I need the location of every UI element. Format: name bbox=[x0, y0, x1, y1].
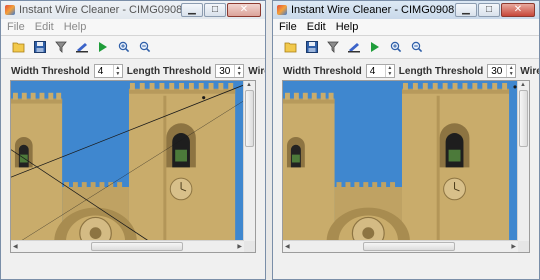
zoom-in-icon[interactable] bbox=[116, 39, 132, 55]
brush-icon[interactable] bbox=[346, 39, 362, 55]
open-icon[interactable] bbox=[283, 39, 299, 55]
open-icon[interactable] bbox=[11, 39, 27, 55]
horizontal-scrollbar[interactable]: ◀ ▶ bbox=[11, 240, 244, 252]
app-icon bbox=[277, 5, 287, 15]
zoom-in-icon[interactable] bbox=[388, 39, 404, 55]
wire-padding-label: Wire padding bbox=[248, 65, 265, 77]
maximize-button[interactable]: □ bbox=[478, 3, 500, 17]
save-icon[interactable] bbox=[304, 39, 320, 55]
title-bar[interactable]: Instant Wire Cleaner - CIMG0908.JPG ▁ □ … bbox=[273, 1, 539, 19]
toolbar bbox=[1, 36, 265, 58]
window-title: Instant Wire Cleaner - CIMG0908.JPG bbox=[19, 4, 181, 16]
scroll-up-icon[interactable]: ▲ bbox=[520, 81, 526, 89]
spin-down-icon[interactable]: ▼ bbox=[114, 71, 122, 77]
spin-down-icon[interactable]: ▼ bbox=[235, 71, 243, 77]
menu-file[interactable]: File bbox=[7, 21, 25, 33]
menu-file[interactable]: File bbox=[279, 21, 297, 33]
filter-icon[interactable] bbox=[53, 39, 69, 55]
length-threshold-spinner[interactable]: 30 ▲ ▼ bbox=[487, 64, 517, 78]
image-canvas[interactable]: ▲ ◀ ▶ bbox=[10, 80, 256, 253]
menu-edit[interactable]: Edit bbox=[307, 21, 326, 33]
zoom-out-icon[interactable] bbox=[137, 39, 153, 55]
width-threshold-spinner[interactable]: 4 ▲ ▼ bbox=[93, 64, 123, 78]
close-button[interactable]: ✕ bbox=[227, 3, 261, 17]
width-threshold-value[interactable]: 4 bbox=[367, 66, 385, 77]
vertical-scroll-thumb[interactable] bbox=[519, 90, 528, 147]
scroll-left-icon[interactable]: ◀ bbox=[13, 243, 18, 251]
length-threshold-label: Length Threshold bbox=[126, 65, 212, 77]
scroll-corner bbox=[244, 241, 255, 252]
width-threshold-value[interactable]: 4 bbox=[95, 66, 113, 77]
width-threshold-label: Width Threshold bbox=[11, 65, 90, 77]
minimize-button[interactable]: ▁ bbox=[181, 3, 203, 17]
horizontal-scroll-thumb[interactable] bbox=[363, 242, 455, 251]
play-icon[interactable] bbox=[95, 39, 111, 55]
width-threshold-label: Width Threshold bbox=[283, 65, 362, 77]
minimize-button[interactable]: ▁ bbox=[455, 3, 477, 17]
status-bar bbox=[273, 255, 539, 279]
vertical-scroll-thumb[interactable] bbox=[245, 90, 254, 147]
menu-help[interactable]: Help bbox=[336, 21, 359, 33]
length-threshold-value[interactable]: 30 bbox=[216, 66, 234, 77]
image-canvas[interactable]: ▲ ◀ ▶ bbox=[282, 80, 530, 253]
length-threshold-spinner[interactable]: 30 ▲ ▼ bbox=[215, 64, 245, 78]
spin-down-icon[interactable]: ▼ bbox=[507, 71, 515, 77]
menu-bar: File Edit Help bbox=[273, 19, 539, 35]
photo-cathedral-cleaned bbox=[283, 81, 518, 241]
app-icon bbox=[5, 5, 15, 15]
status-bar bbox=[1, 255, 265, 279]
save-icon[interactable] bbox=[32, 39, 48, 55]
width-threshold-spinner[interactable]: 4 ▲ ▼ bbox=[365, 64, 395, 78]
menu-help[interactable]: Help bbox=[64, 21, 87, 33]
spin-down-icon[interactable]: ▼ bbox=[386, 71, 394, 77]
vertical-scrollbar[interactable]: ▲ bbox=[517, 81, 529, 241]
zoom-out-icon[interactable] bbox=[409, 39, 425, 55]
scroll-right-icon[interactable]: ▶ bbox=[511, 243, 516, 251]
maximize-button[interactable]: □ bbox=[204, 3, 226, 17]
horizontal-scroll-thumb[interactable] bbox=[91, 242, 183, 251]
length-threshold-value[interactable]: 30 bbox=[488, 66, 506, 77]
brush-icon[interactable] bbox=[74, 39, 90, 55]
scroll-corner bbox=[518, 241, 529, 252]
vertical-scrollbar[interactable]: ▲ bbox=[243, 81, 255, 241]
scroll-right-icon[interactable]: ▶ bbox=[237, 243, 242, 251]
scroll-left-icon[interactable]: ◀ bbox=[285, 243, 290, 251]
window-left: Instant Wire Cleaner - CIMG0908.JPG ▁ □ … bbox=[0, 0, 266, 280]
length-threshold-label: Length Threshold bbox=[398, 65, 484, 77]
title-bar[interactable]: Instant Wire Cleaner - CIMG0908.JPG ▁ □ … bbox=[1, 1, 265, 19]
toolbar bbox=[273, 36, 539, 58]
scroll-up-icon[interactable]: ▲ bbox=[246, 81, 252, 89]
play-icon[interactable] bbox=[367, 39, 383, 55]
window-right: Instant Wire Cleaner - CIMG0908.JPG ▁ □ … bbox=[272, 0, 540, 280]
close-button[interactable]: ✕ bbox=[501, 3, 535, 17]
wire-padding-label: Wire padding bbox=[520, 65, 540, 77]
photo-cathedral bbox=[11, 81, 244, 241]
window-title: Instant Wire Cleaner - CIMG0908.JPG bbox=[291, 4, 455, 16]
filter-icon[interactable] bbox=[325, 39, 341, 55]
menu-bar: File Edit Help bbox=[1, 19, 265, 35]
horizontal-scrollbar[interactable]: ◀ ▶ bbox=[283, 240, 518, 252]
menu-edit[interactable]: Edit bbox=[35, 21, 54, 33]
